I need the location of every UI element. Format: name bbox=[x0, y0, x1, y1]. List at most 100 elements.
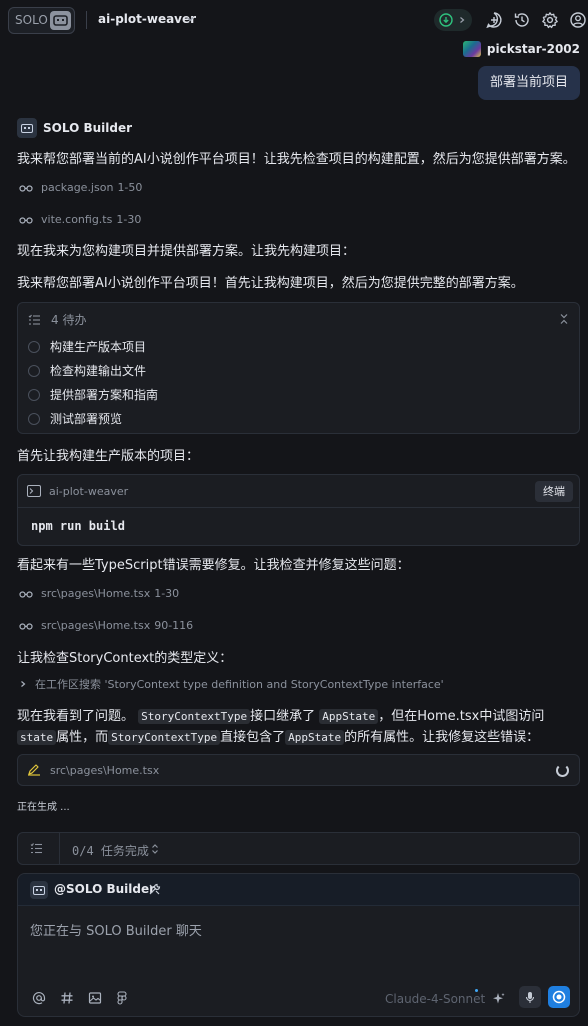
collapse-icon[interactable] bbox=[559, 313, 569, 325]
agent-mention[interactable]: @SOLO Builder bbox=[54, 882, 155, 896]
checklist-icon bbox=[30, 843, 42, 854]
file-reference[interactable]: vite.config.ts 1-30 bbox=[19, 213, 141, 226]
todo-label: 测试部署预览 bbox=[50, 412, 123, 426]
solo-mode-toggle[interactable]: SOLO bbox=[8, 7, 75, 34]
generating-status: 正在生成 ... bbox=[17, 802, 70, 813]
file-name: src\pages\Home.tsx bbox=[41, 619, 151, 632]
top-bar: SOLO ai-plot-weaver bbox=[0, 0, 588, 40]
text-span: 的所有属性。让我修复这些错误： bbox=[344, 730, 540, 745]
assistant-message: 我来帮您部署当前的AI小说创作平台项目！让我先检查项目的构建配置，然后为您提供部… bbox=[17, 152, 576, 167]
assistant-message: 现在我来为您构建项目并提供部署方案。让我先构建项目： bbox=[17, 244, 356, 259]
inline-code: state bbox=[17, 730, 57, 745]
checklist-icon bbox=[28, 314, 40, 325]
text-span: ，但在Home.tsx中试图访问 bbox=[378, 709, 545, 724]
assistant-message: 看起来有一些TypeScript错误需要修复。让我检查并修复这些问题： bbox=[17, 558, 410, 573]
todo-label: 提供部署方案和指南 bbox=[50, 388, 159, 402]
assistant-header: SOLO Builder bbox=[17, 118, 132, 138]
assistant-message: 我来帮您部署AI小说创作平台项目！首先让我构建项目，然后为您提供完整的部署方案。 bbox=[17, 276, 524, 291]
todo-header[interactable]: 4 待办 bbox=[28, 311, 86, 328]
search-step-text: 在工作区搜索 'StoryContext type definition and… bbox=[35, 678, 444, 691]
todo-item[interactable]: 检查构建输出文件 bbox=[28, 362, 146, 379]
terminal-name: ai-plot-weaver bbox=[49, 485, 129, 498]
status-circle-icon bbox=[28, 388, 40, 401]
robot-icon bbox=[17, 118, 37, 138]
todo-item[interactable]: 构建生产版本项目 bbox=[28, 338, 146, 355]
todo-label: 检查构建输出文件 bbox=[50, 364, 147, 378]
inline-code: StoryContextType bbox=[108, 730, 221, 745]
history-icon[interactable] bbox=[513, 11, 531, 29]
inline-code: AppState bbox=[285, 730, 345, 745]
loading-spinner-icon bbox=[556, 764, 569, 777]
chevron-down-icon[interactable] bbox=[185, 14, 195, 24]
model-status-dot bbox=[475, 989, 478, 992]
todo-list: 4 待办 构建生产版本项目 检查构建输出文件 提供部署方案和指南 测试部署预览 bbox=[17, 302, 580, 434]
hash-icon[interactable] bbox=[60, 991, 74, 1005]
file-name: src\pages\Home.tsx bbox=[50, 764, 160, 777]
line-range: 1-50 bbox=[117, 181, 143, 194]
agent-mention-bar: @SOLO Builder bbox=[18, 874, 579, 906]
project-name[interactable]: ai-plot-weaver bbox=[98, 12, 196, 26]
glasses-icon bbox=[19, 590, 33, 598]
voice-input-button[interactable] bbox=[519, 986, 541, 1008]
solo-label: SOLO bbox=[15, 13, 48, 27]
user-message: 部署当前项目 bbox=[477, 66, 580, 100]
header-divider bbox=[86, 11, 87, 29]
line-range: 1-30 bbox=[154, 587, 180, 600]
user-name: pickstar-2002 bbox=[486, 42, 580, 56]
edit-icon bbox=[28, 764, 40, 776]
todo-title: 4 待办 bbox=[51, 313, 87, 327]
todo-item[interactable]: 测试部署预览 bbox=[28, 410, 122, 427]
assistant-message: 让我检查StoryContext的类型定义： bbox=[17, 651, 233, 666]
text-span: 现在我看到了问题。 bbox=[17, 709, 135, 724]
inline-code: StoryContextType bbox=[138, 709, 251, 724]
open-terminal-button[interactable]: 终端 bbox=[535, 481, 573, 502]
file-name: package.json bbox=[41, 181, 114, 194]
chevron-right-icon bbox=[21, 681, 26, 687]
file-name: src\pages\Home.tsx bbox=[41, 587, 151, 600]
file-reference[interactable]: src\pages\Home.tsx 90-116 bbox=[19, 619, 193, 632]
todo-label: 构建生产版本项目 bbox=[50, 340, 147, 354]
glasses-icon bbox=[19, 216, 33, 224]
assistant-message: 现在我看到了问题。 StoryContextType 接口继承了 AppState… bbox=[17, 706, 577, 748]
inline-code: AppState bbox=[319, 709, 379, 724]
terminal-icon bbox=[27, 485, 41, 497]
todo-item[interactable]: 提供部署方案和指南 bbox=[28, 386, 158, 403]
line-range: 90-116 bbox=[154, 619, 194, 632]
task-progress-text: 0/4 任务完成 bbox=[72, 844, 149, 858]
line-range: 1-30 bbox=[116, 213, 142, 226]
status-circle-icon bbox=[28, 340, 40, 353]
gear-icon[interactable] bbox=[541, 11, 559, 29]
new-chat-icon[interactable] bbox=[485, 11, 503, 29]
task-progress-bar[interactable]: 0/4 任务完成 bbox=[17, 832, 580, 865]
model-selector[interactable]: Claude-4-Sonnet bbox=[385, 992, 485, 1006]
text-span: 属性，而 bbox=[56, 730, 109, 745]
image-icon[interactable] bbox=[88, 991, 102, 1005]
status-circle-icon bbox=[28, 412, 40, 425]
send-button[interactable] bbox=[548, 986, 570, 1008]
chat-input-panel: @SOLO Builder 您正在与 SOLO Builder 聊天 Claud… bbox=[17, 873, 580, 1017]
glasses-icon bbox=[19, 622, 33, 630]
tools-icon[interactable] bbox=[148, 883, 161, 896]
assistant-name: SOLO Builder bbox=[43, 121, 133, 135]
microphone-icon bbox=[525, 991, 535, 1003]
run-status-pill[interactable] bbox=[434, 9, 472, 31]
assistant-message: 首先让我构建生产版本的项目： bbox=[17, 449, 200, 464]
chevron-up-down-icon[interactable] bbox=[151, 843, 159, 855]
user-info: pickstar-2002 bbox=[462, 40, 580, 58]
workspace-search-step[interactable]: 在工作区搜索 'StoryContext type definition and… bbox=[19, 676, 444, 692]
file-reference[interactable]: package.json 1-50 bbox=[19, 181, 142, 194]
chevron-right-icon bbox=[460, 17, 465, 23]
account-icon[interactable] bbox=[569, 11, 587, 29]
divider bbox=[59, 833, 60, 864]
file-edit-block[interactable]: src\pages\Home.tsx bbox=[17, 754, 580, 786]
chat-input[interactable]: 您正在与 SOLO Builder 聊天 bbox=[30, 920, 202, 939]
file-reference[interactable]: src\pages\Home.tsx 1-30 bbox=[19, 587, 179, 600]
text-span: 直接包含了 bbox=[220, 730, 286, 745]
stop-circle-icon bbox=[552, 990, 566, 1004]
text-span: 接口继承了 bbox=[250, 709, 316, 724]
figma-icon[interactable] bbox=[116, 991, 128, 1005]
terminal-command: npm run build bbox=[31, 519, 125, 533]
at-mention-icon[interactable] bbox=[32, 991, 46, 1005]
terminal-block: ai-plot-weaver 终端 npm run build bbox=[17, 474, 580, 546]
sparkle-icon[interactable] bbox=[492, 992, 505, 1005]
